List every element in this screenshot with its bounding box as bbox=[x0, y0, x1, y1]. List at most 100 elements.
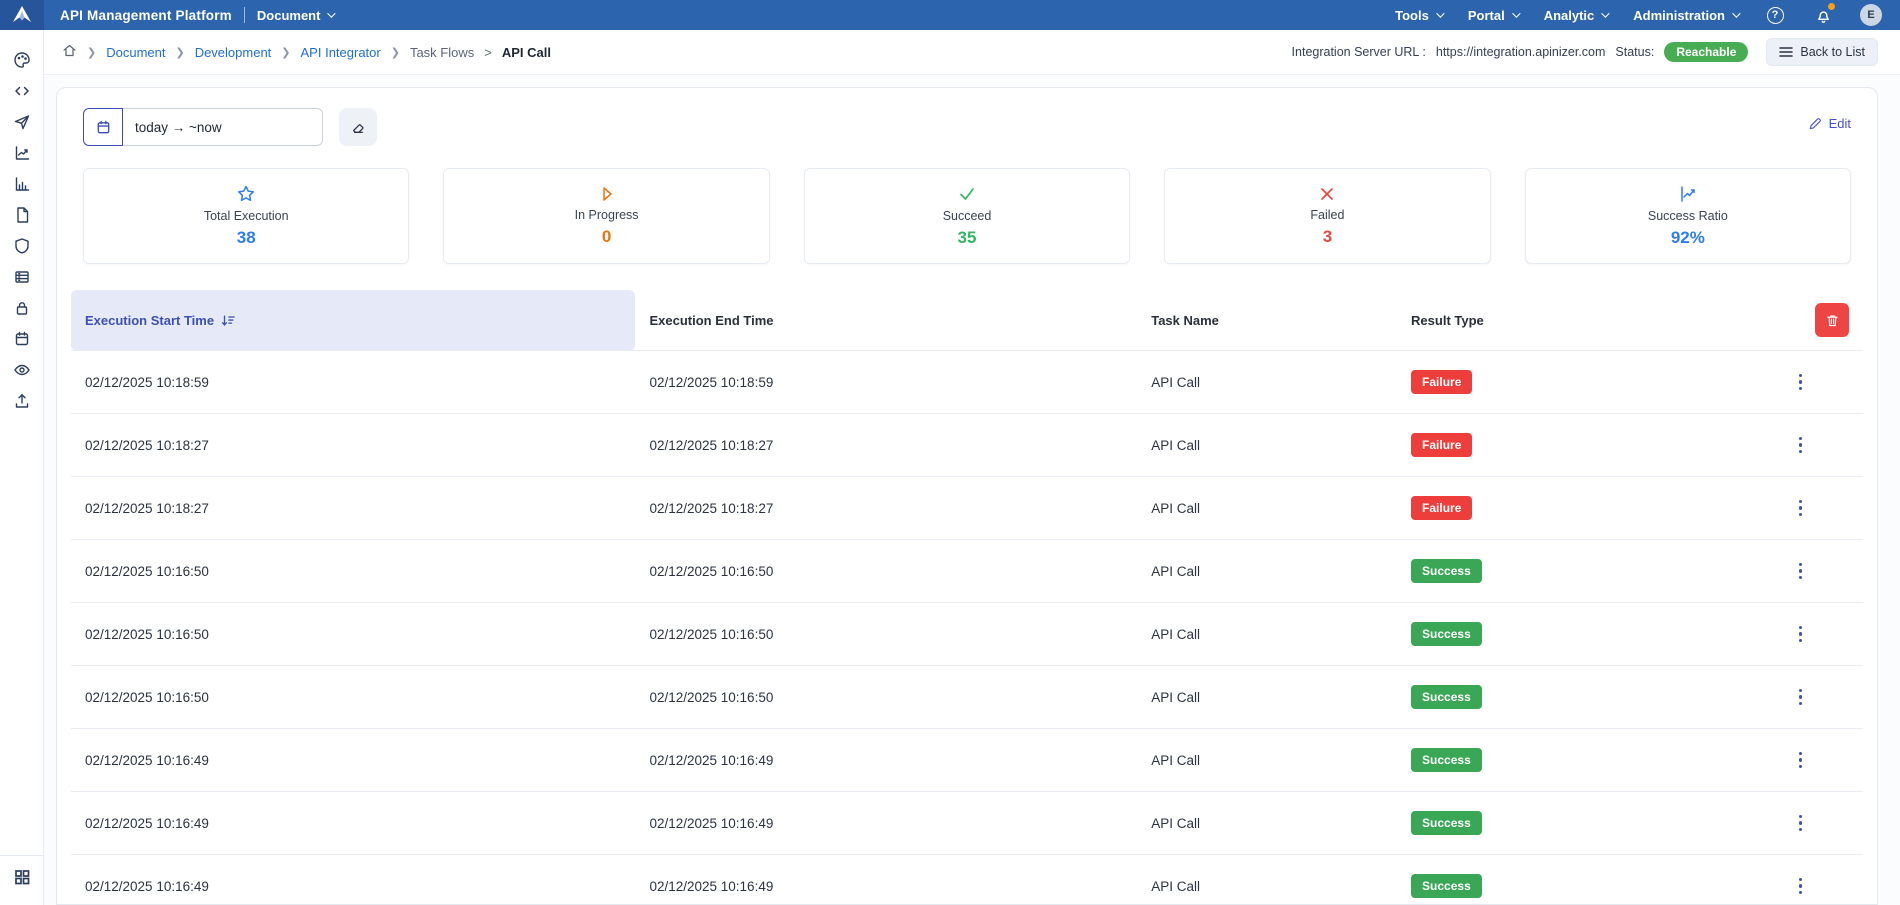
cell-end-time: 02/12/2025 10:18:27 bbox=[635, 414, 1137, 477]
apps-grid-icon[interactable] bbox=[13, 868, 31, 891]
row-actions-menu[interactable] bbox=[1790, 500, 1810, 517]
table-row: 02/12/2025 10:16:50 02/12/2025 10:16:50 … bbox=[71, 540, 1863, 603]
integration-server-url-label: Integration Server URL : bbox=[1292, 45, 1426, 59]
left-sidebar bbox=[0, 30, 44, 905]
table-row: 02/12/2025 10:18:59 02/12/2025 10:18:59 … bbox=[71, 351, 1863, 414]
integration-server-url: https://integration.apinizer.com bbox=[1436, 45, 1606, 59]
row-actions-menu[interactable] bbox=[1790, 374, 1810, 391]
notification-dot bbox=[1828, 3, 1835, 10]
chevron-down-icon bbox=[1732, 9, 1740, 17]
result-badge: Success bbox=[1411, 811, 1482, 835]
row-actions-menu[interactable] bbox=[1790, 563, 1810, 580]
column-header-task-name[interactable]: Task Name bbox=[1137, 290, 1397, 351]
table-row: 02/12/2025 10:16:49 02/12/2025 10:16:49 … bbox=[71, 855, 1863, 905]
shield-icon[interactable] bbox=[7, 230, 37, 261]
stat-card-total-execution: Total Execution 38 bbox=[83, 168, 409, 264]
upload-icon[interactable] bbox=[7, 385, 37, 416]
cell-start-time: 02/12/2025 10:16:50 bbox=[71, 540, 635, 603]
calendar-picker-button[interactable] bbox=[83, 108, 123, 146]
result-badge: Success bbox=[1411, 748, 1482, 772]
check-icon bbox=[957, 184, 977, 204]
date-range-picker bbox=[83, 108, 323, 146]
status-badge: Reachable bbox=[1664, 42, 1748, 62]
row-actions-menu[interactable] bbox=[1790, 689, 1810, 706]
play-icon bbox=[598, 185, 616, 203]
breadcrumb-separator: ❯ bbox=[281, 46, 290, 59]
row-actions-menu[interactable] bbox=[1790, 815, 1810, 832]
server-icon[interactable] bbox=[7, 261, 37, 292]
home-icon[interactable] bbox=[62, 43, 77, 61]
cell-end-time: 02/12/2025 10:16:50 bbox=[635, 666, 1137, 729]
eye-icon[interactable] bbox=[7, 354, 37, 385]
line-chart-icon[interactable] bbox=[7, 137, 37, 168]
calendar-icon[interactable] bbox=[7, 323, 37, 354]
module-label: Document bbox=[257, 8, 321, 23]
breadcrumb-task-flows: Task Flows bbox=[410, 45, 474, 60]
breadcrumb-document[interactable]: Document bbox=[106, 45, 165, 60]
breadcrumb-development[interactable]: Development bbox=[195, 45, 272, 60]
menu-analytic[interactable]: Analytic bbox=[1544, 8, 1608, 23]
result-badge: Success bbox=[1411, 622, 1482, 646]
cell-end-time: 02/12/2025 10:16:49 bbox=[635, 729, 1137, 792]
breadcrumb-separator: > bbox=[484, 45, 492, 60]
module-selector[interactable]: Document bbox=[257, 8, 334, 23]
help-icon[interactable]: ? bbox=[1764, 4, 1786, 26]
status-label: Status: bbox=[1615, 45, 1654, 59]
cell-task-name: API Call bbox=[1137, 351, 1397, 414]
code-icon[interactable] bbox=[7, 75, 37, 106]
table-row: 02/12/2025 10:18:27 02/12/2025 10:18:27 … bbox=[71, 477, 1863, 540]
back-to-list-button[interactable]: Back to List bbox=[1766, 38, 1878, 66]
menu-administration[interactable]: Administration bbox=[1633, 8, 1738, 23]
row-actions-menu[interactable] bbox=[1790, 437, 1810, 454]
delete-all-button[interactable] bbox=[1815, 303, 1849, 337]
stats-row: Total Execution 38 In Progress 0 bbox=[57, 168, 1877, 264]
app-logo[interactable] bbox=[0, 0, 44, 30]
chevron-down-icon bbox=[1601, 9, 1609, 17]
cell-task-name: API Call bbox=[1137, 540, 1397, 603]
column-header-result-type[interactable]: Result Type bbox=[1397, 290, 1737, 351]
lock-icon[interactable] bbox=[7, 292, 37, 323]
cell-task-name: API Call bbox=[1137, 666, 1397, 729]
cell-start-time: 02/12/2025 10:16:50 bbox=[71, 603, 635, 666]
cell-start-time: 02/12/2025 10:18:27 bbox=[71, 414, 635, 477]
send-icon[interactable] bbox=[7, 106, 37, 137]
chevron-down-icon bbox=[328, 9, 336, 17]
cell-end-time: 02/12/2025 10:18:27 bbox=[635, 477, 1137, 540]
breadcrumb-separator: ❯ bbox=[175, 46, 184, 59]
result-badge: Failure bbox=[1411, 370, 1472, 394]
breadcrumb-api-integrator[interactable]: API Integrator bbox=[301, 45, 381, 60]
menu-portal[interactable]: Portal bbox=[1468, 8, 1518, 23]
trash-icon bbox=[1825, 313, 1840, 328]
clear-filter-button[interactable] bbox=[339, 108, 377, 146]
table-row: 02/12/2025 10:16:49 02/12/2025 10:16:49 … bbox=[71, 792, 1863, 855]
sort-descending-icon bbox=[221, 314, 235, 327]
stat-card-success-ratio: Success Ratio 92% bbox=[1525, 168, 1851, 264]
content-card: Edit Total Execution 38 bbox=[56, 87, 1878, 905]
cell-start-time: 02/12/2025 10:16:49 bbox=[71, 729, 635, 792]
row-actions-menu[interactable] bbox=[1790, 626, 1810, 643]
row-actions-menu[interactable] bbox=[1790, 752, 1810, 769]
apinizer-logo-icon bbox=[11, 5, 33, 25]
cell-task-name: API Call bbox=[1137, 855, 1397, 905]
result-badge: Failure bbox=[1411, 496, 1472, 520]
notifications-bell-icon[interactable] bbox=[1812, 4, 1834, 26]
column-header-execution-start-time[interactable]: Execution Start Time bbox=[71, 290, 635, 351]
cell-end-time: 02/12/2025 10:18:59 bbox=[635, 351, 1137, 414]
cell-start-time: 02/12/2025 10:18:59 bbox=[71, 351, 635, 414]
x-icon bbox=[1318, 185, 1336, 203]
date-range-input[interactable] bbox=[123, 108, 323, 146]
menu-tools[interactable]: Tools bbox=[1395, 8, 1442, 23]
cell-end-time: 02/12/2025 10:16:50 bbox=[635, 603, 1137, 666]
cell-start-time: 02/12/2025 10:16:49 bbox=[71, 855, 635, 905]
edit-button[interactable]: Edit bbox=[1808, 108, 1851, 131]
row-actions-menu[interactable] bbox=[1790, 878, 1810, 895]
cell-end-time: 02/12/2025 10:16:49 bbox=[635, 792, 1137, 855]
result-badge: Success bbox=[1411, 685, 1482, 709]
file-icon[interactable] bbox=[7, 199, 37, 230]
column-header-execution-end-time[interactable]: Execution End Time bbox=[635, 290, 1137, 351]
app-title: API Management Platform bbox=[60, 8, 232, 23]
trend-chart-icon bbox=[1678, 184, 1698, 204]
avatar[interactable]: E bbox=[1860, 4, 1882, 26]
bar-chart-icon[interactable] bbox=[7, 168, 37, 199]
palette-icon[interactable] bbox=[7, 44, 37, 75]
